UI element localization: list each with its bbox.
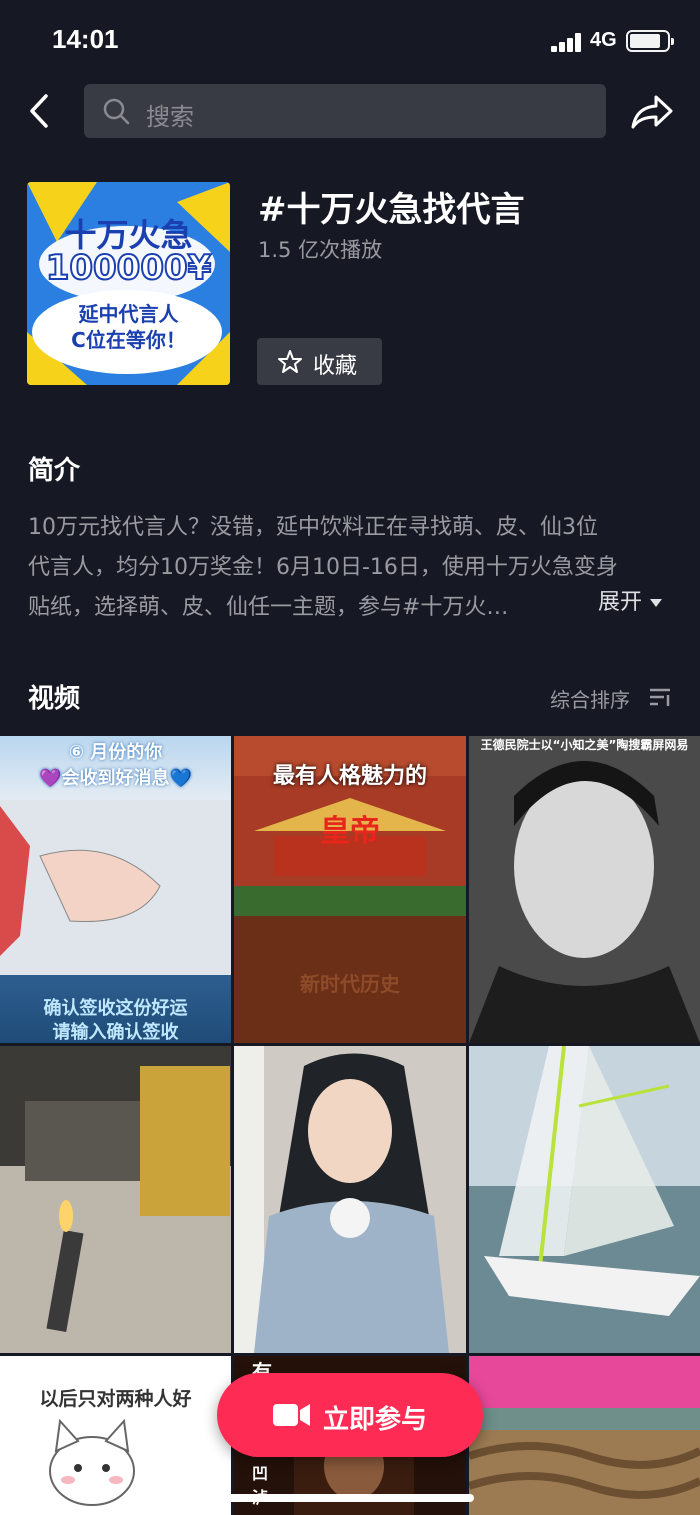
- video-thumbnail[interactable]: 以后只对两种人好: [0, 1356, 231, 1515]
- cover-line4: C位在等你！: [71, 328, 186, 352]
- video-camera-icon: [273, 1404, 310, 1426]
- intro-line: 代言人，均分10万奖金！6月10日-16日，使用十万火急变身: [28, 555, 618, 580]
- cover-line3: 延中代言人: [78, 302, 179, 326]
- intro-line: 贴纸，选择萌、皮、仙任一主题，参与#十万火…: [28, 595, 509, 620]
- home-indicator[interactable]: [226, 1494, 474, 1502]
- video-caption: 确认签收这份好运: [43, 998, 188, 1019]
- join-now-button[interactable]: 立即参与: [217, 1373, 483, 1457]
- video-thumbnail[interactable]: ⑥ 月份的你 💜会收到好消息💙 确认签收这份好运 请输入确认签收: [0, 736, 231, 1043]
- videos-heading: 视频: [28, 684, 81, 714]
- search-placeholder: 搜索: [146, 103, 194, 131]
- video-caption: 💜会收到好消息💙: [39, 768, 192, 789]
- intro-line: 10万元找代言人？没错，延中饮料正在寻找萌、皮、仙3位: [28, 515, 598, 540]
- expand-label: 展开: [598, 590, 643, 615]
- video-caption: 新时代历史: [300, 972, 400, 996]
- video-thumbnail[interactable]: 最有人格魅力的 皇帝 新时代历史: [234, 736, 466, 1043]
- cover-line2: 100000¥: [45, 247, 213, 289]
- video-thumbnail[interactable]: [469, 1356, 700, 1515]
- favorite-button[interactable]: 收藏: [257, 338, 382, 385]
- video-thumbnail[interactable]: [0, 1046, 231, 1353]
- intro-text: 10万元找代言人？没错，延中饮料正在寻找萌、皮、仙3位 代言人，均分10万奖金！…: [28, 508, 673, 628]
- topic-title: #十万火急找代言: [258, 190, 525, 230]
- video-caption: 最有人格魅力的: [272, 764, 427, 789]
- video-caption: 皇帝: [320, 814, 380, 849]
- star-icon: [278, 350, 302, 373]
- video-thumbnail[interactable]: [469, 1046, 700, 1353]
- network-type: 4G: [590, 29, 617, 51]
- status-bar: 14:01 4G: [0, 0, 700, 84]
- chevron-left-icon: [30, 94, 48, 128]
- video-thumbnail[interactable]: 王德民院士以“小知之美”陶搜霸屏网易: [469, 736, 700, 1043]
- search-input[interactable]: 搜索: [84, 84, 606, 138]
- video-thumbnail[interactable]: [234, 1046, 466, 1353]
- signal-icon: [551, 32, 583, 52]
- battery-icon: [626, 30, 674, 52]
- video-caption: 请输入确认签收: [52, 1022, 179, 1043]
- caret-down-icon: [650, 599, 663, 607]
- share-icon: [631, 95, 673, 129]
- status-time: 14:01: [52, 24, 119, 54]
- favorite-label: 收藏: [313, 354, 358, 379]
- play-count: 1.5 亿次播放: [258, 238, 383, 262]
- expand-button[interactable]: 展开: [598, 584, 663, 616]
- sort-button[interactable]: 综合排序: [550, 684, 630, 713]
- video-caption: ⑥ 月份的你: [68, 742, 163, 763]
- back-button[interactable]: [22, 92, 60, 130]
- join-now-label: 立即参与: [323, 1405, 428, 1435]
- video-caption: 王德民院士以“小知之美”陶搜霸屏网易: [480, 738, 689, 752]
- share-button[interactable]: [630, 94, 674, 130]
- search-icon: [103, 98, 130, 125]
- video-caption: 以后只对两种人好: [39, 1388, 192, 1410]
- sort-icon[interactable]: [648, 686, 672, 708]
- topic-cover-image: 十万火急 100000¥ 延中代言人 C位在等你！: [27, 182, 230, 385]
- intro-heading: 简介: [28, 456, 81, 486]
